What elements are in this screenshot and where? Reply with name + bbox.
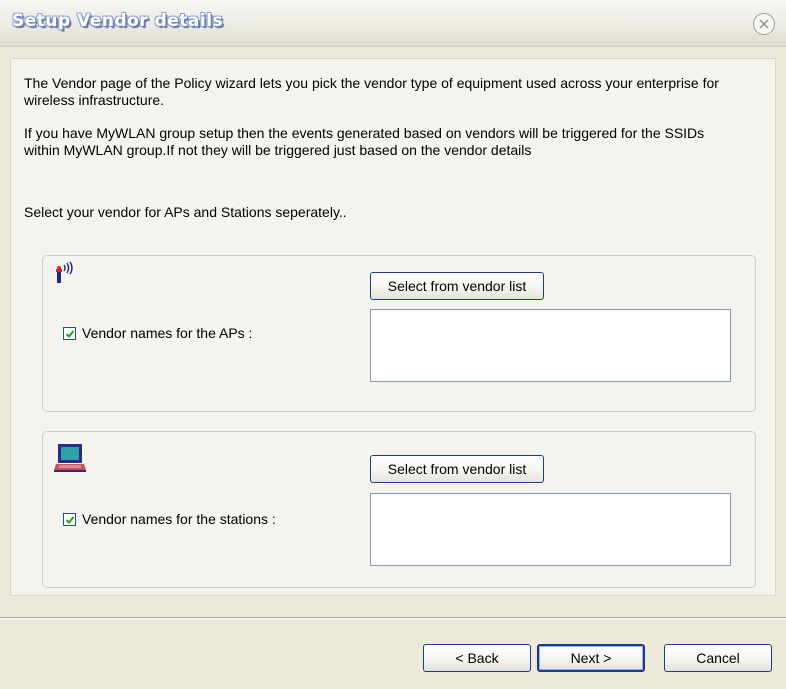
checkmark-icon [65, 516, 75, 524]
stations-vendor-label: Vendor names for the stations : [82, 511, 276, 527]
laptop-icon [54, 444, 86, 472]
aps-vendor-checkbox[interactable] [63, 327, 76, 340]
aps-vendor-names-field[interactable] [370, 309, 731, 382]
stations-select-vendor-button[interactable]: Select from vendor list [370, 455, 544, 483]
aps-vendor-label: Vendor names for the APs : [82, 325, 253, 341]
checkmark-icon [65, 330, 75, 338]
close-button[interactable] [753, 13, 775, 35]
close-icon [759, 19, 769, 29]
aps-select-vendor-button[interactable]: Select from vendor list [370, 272, 544, 300]
back-button[interactable]: < Back [423, 644, 531, 672]
intro-paragraph-3: Select your vendor for APs and Stations … [24, 204, 347, 220]
title-bar: Setup Vendor details [0, 0, 786, 47]
intro-paragraph-1: The Vendor page of the Policy wizard let… [24, 75, 719, 108]
stations-vendor-checkbox[interactable] [63, 513, 76, 526]
next-button[interactable]: Next > [537, 644, 645, 672]
wireless-ap-icon [56, 261, 73, 283]
stations-vendor-names-field[interactable] [370, 493, 731, 566]
cancel-button[interactable]: Cancel [664, 644, 772, 672]
dialog-title: Setup Vendor details [12, 11, 224, 31]
footer-separator [0, 617, 786, 619]
intro-paragraph-2: If you have MyWLAN group setup then the … [24, 125, 705, 158]
